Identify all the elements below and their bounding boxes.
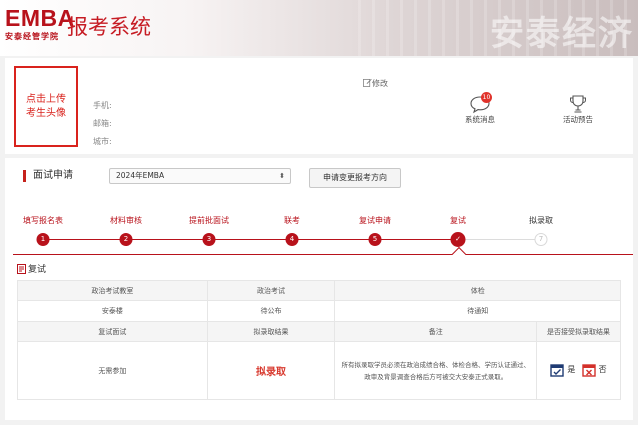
table-header-cell: 复试面试 <box>17 321 208 342</box>
edit-icon <box>363 78 372 87</box>
step-label-6: 复试 <box>450 216 466 225</box>
edit-label: 修改 <box>372 79 388 88</box>
application-panel: 面试申请 2024年EMBA ⬍ 申请变更报考方向 填写报名表 材料审核 提前批… <box>5 158 633 420</box>
avatar-upload-line1: 点击上传 <box>26 93 66 105</box>
table-header-cell: 是否接受拟录取结果 <box>536 321 621 342</box>
logo[interactable]: EMBA <box>5 6 75 30</box>
year-program-select[interactable]: 2024年EMBA ⬍ <box>109 168 291 184</box>
edit-profile-button[interactable]: 修改 <box>363 78 388 89</box>
step-circle-1: 1 <box>36 233 50 246</box>
step-label-7: 拟录取 <box>529 216 553 225</box>
accept-yes-option[interactable]: 是 <box>550 363 575 377</box>
change-direction-button[interactable]: 申请变更报考方向 <box>309 168 401 188</box>
step-circle-4: 4 <box>285 233 299 246</box>
table-cell: 待通知 <box>334 300 621 322</box>
messages-label: 系统消息 <box>465 115 495 124</box>
step-circle-2: 2 <box>119 233 133 246</box>
table-cell: 安泰楼 <box>17 300 208 322</box>
step-label-2: 材料审核 <box>110 216 142 225</box>
calendar-check-icon <box>550 363 565 377</box>
trophy-icon <box>570 95 586 113</box>
messages-count-badge: 10 <box>481 92 492 103</box>
table-header-cell: 政治考试教室 <box>17 280 208 301</box>
step-label-3: 提前批面试 <box>189 216 229 225</box>
step-label-5: 复试申请 <box>359 216 391 225</box>
step-label-4: 联考 <box>284 216 300 225</box>
calendar-cross-icon <box>581 363 596 377</box>
progress-line-done <box>37 239 457 240</box>
phone-label: 手机: <box>93 101 112 110</box>
step-circle-7: 7 <box>534 233 548 246</box>
year-select-value: 2024年EMBA <box>116 171 165 180</box>
table-row: 安泰楼 待公布 待通知 <box>17 300 621 322</box>
accept-no-option[interactable]: 否 <box>581 363 607 377</box>
table-header-cell: 拟录取结果 <box>206 321 336 342</box>
banner-background-text: 安泰经济 <box>490 14 634 54</box>
section-title: 复试 <box>17 262 46 277</box>
avatar-upload-line2: 考生头像 <box>26 107 66 119</box>
current-step-pointer <box>451 246 467 262</box>
interview-result-table: 政治考试教室 政治考试 体检 安泰楼 待公布 待通知 复试面试 拟录取结果 备注… <box>17 280 621 400</box>
step-circle-current-check-icon: ✓ <box>450 232 466 247</box>
events-preview-button[interactable]: 活动预告 <box>548 88 608 125</box>
list-icon <box>17 264 26 277</box>
system-messages-button[interactable]: 10 系统消息 <box>450 88 510 125</box>
accept-no-label: 否 <box>598 365 607 374</box>
application-title: 面试申请 <box>23 170 73 182</box>
email-label: 邮箱: <box>93 119 112 128</box>
table-header-cell: 体检 <box>334 280 621 301</box>
step-circle-5: 5 <box>368 233 382 246</box>
remark-text: 所有拟录取学员必须在政治成绩合格、体检合格、学历认证通过、政审及背景调查合格后方… <box>341 360 531 381</box>
table-header-cell: 政治考试 <box>206 280 336 301</box>
table-row: 无需参加 拟录取 所有拟录取学员必须在政治成绩合格、体检合格、学历认证通过、政审… <box>17 341 621 400</box>
section-divider <box>13 254 633 255</box>
table-cell: 待公布 <box>206 300 336 322</box>
admission-result: 拟录取 <box>256 367 287 378</box>
select-arrows-icon: ⬍ <box>279 172 285 180</box>
table-header-row: 政治考试教室 政治考试 体检 <box>17 280 621 301</box>
events-label: 活动预告 <box>563 115 593 124</box>
progress-line-pending <box>457 239 541 240</box>
accept-yes-label: 是 <box>567 365 576 374</box>
table-header-row: 复试面试 拟录取结果 备注 是否接受拟录取结果 <box>17 321 621 342</box>
interview-status: 无需参加 <box>17 341 208 400</box>
city-label: 城市: <box>93 137 112 146</box>
step-label-1: 填写报名表 <box>23 216 63 225</box>
header-banner: 安泰经济 EMBA 安泰经管学院 报考系统 <box>0 0 638 56</box>
system-title: 报考系统 <box>67 16 151 39</box>
avatar-upload-button[interactable]: 点击上传 考生头像 <box>14 66 78 147</box>
step-circle-3: 3 <box>202 233 216 246</box>
section-title-text: 复试 <box>28 265 47 275</box>
logo-subtitle: 安泰经管学院 <box>5 32 59 41</box>
profile-card: 点击上传 考生头像 手机: 邮箱: 城市: 修改 10 系统消息 活动预告 <box>5 58 633 154</box>
table-header-cell: 备注 <box>334 321 538 342</box>
